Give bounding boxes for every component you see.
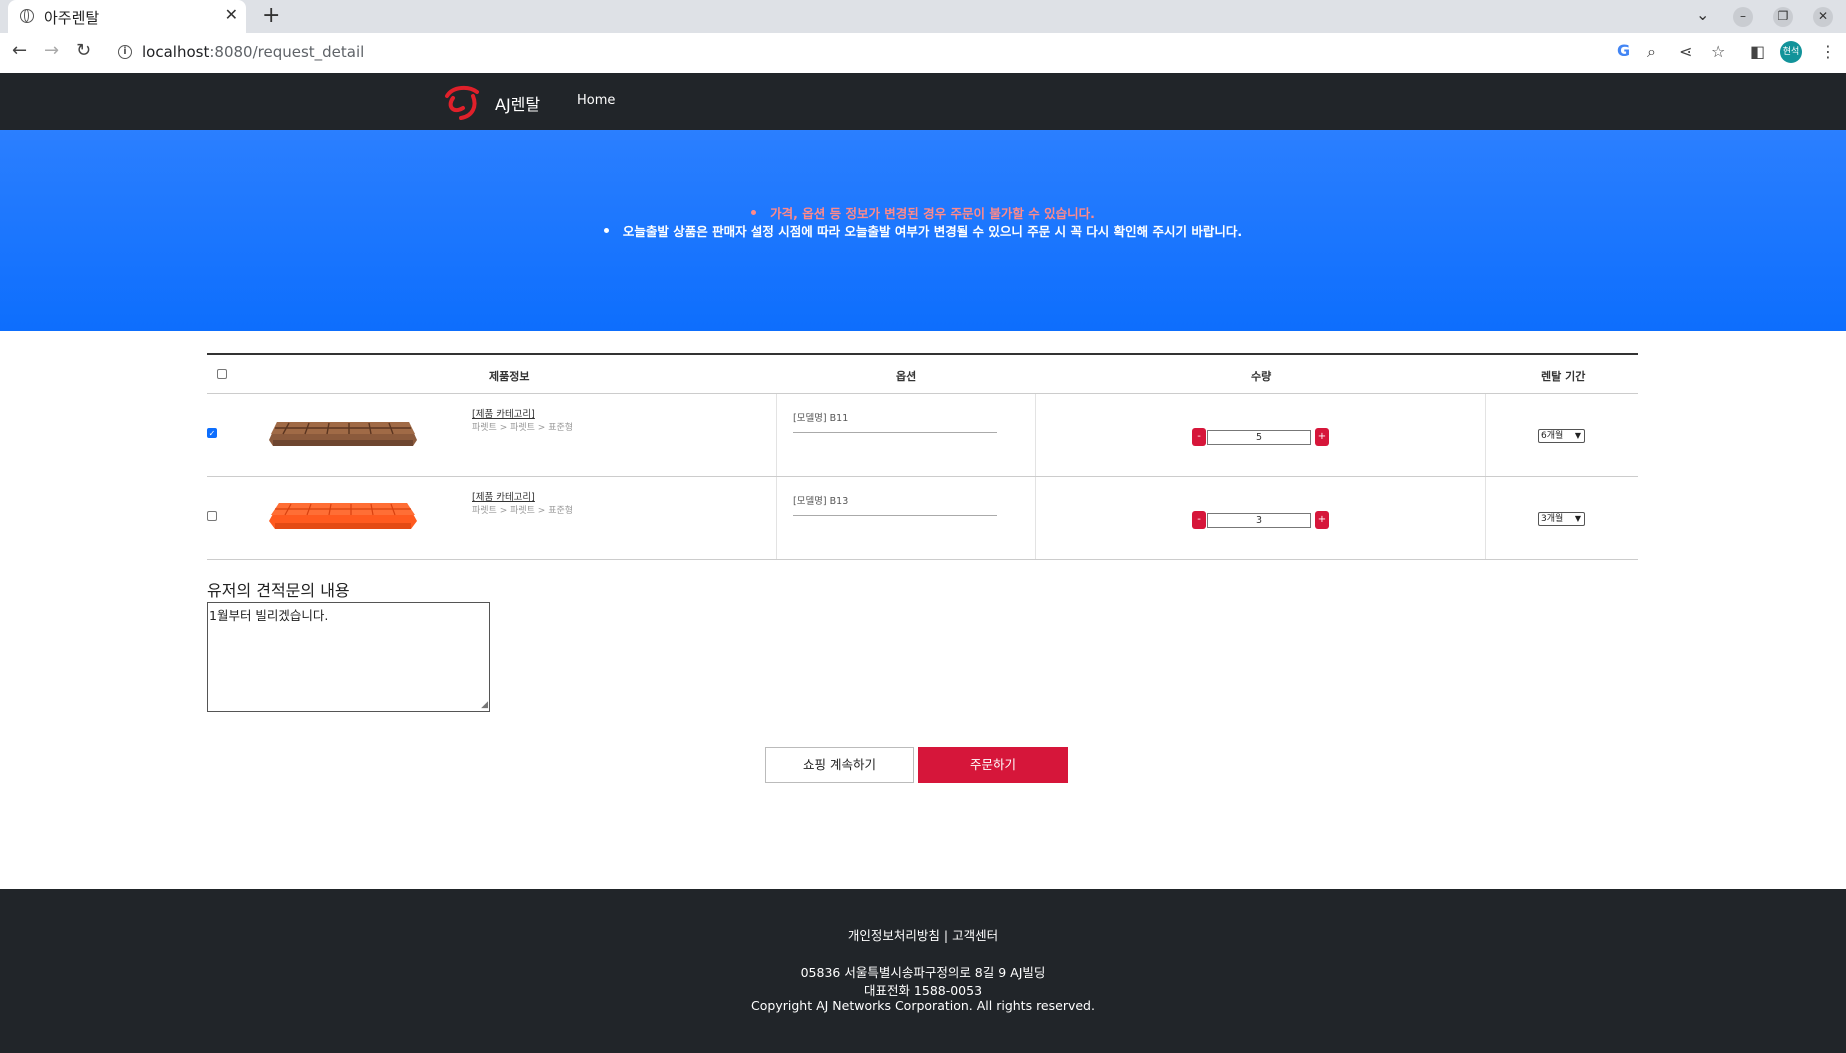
menu-dots-icon[interactable]: ⋮ [1820,42,1836,61]
window-close-icon[interactable]: ✕ [1813,7,1833,27]
header-option: 옵션 [896,370,917,383]
select-all-checkbox[interactable] [217,369,227,379]
rental-period-select[interactable]: 6개월 ▼ [1538,429,1585,443]
notice-banner: 가격, 옵션 등 정보가 변경된 경우 주문이 불가할 수 있습니다. 오늘출발… [0,130,1846,331]
quantity-plus-button[interactable]: + [1315,511,1329,529]
site-info-icon[interactable]: i [118,45,132,59]
back-icon[interactable]: ← [12,40,27,61]
rental-period-select[interactable]: 3개월 ▼ [1538,512,1585,526]
nav-home-link[interactable]: Home [577,93,615,108]
browser-tab-bar: 아주렌탈 ✕ + ⌄ – ❐ ✕ [0,0,1846,33]
reload-icon[interactable]: ↻ [76,40,91,61]
product-category-link[interactable]: [제품 카테고리] [472,406,535,420]
share-icon[interactable]: ⋖ [1679,42,1692,61]
quote-title: 유저의 견적문의 내용 [207,581,350,600]
footer-links[interactable]: 개인정보처리방침 | 고객센터 [0,925,1846,944]
cart-table: 제품정보 옵션 수량 렌탈 기간 ✓ [제품 카테고리] 파렛트 > 파렛트 >… [207,353,1638,560]
quantity-plus-button[interactable]: + [1315,428,1329,446]
minimize-icon[interactable]: – [1733,7,1753,27]
header-period: 렌탈 기간 [1541,370,1586,383]
product-category-link[interactable]: [제품 카테고리] [472,489,535,503]
quantity-input[interactable]: 3 [1207,513,1311,528]
brand-name[interactable]: AJ렌탈 [495,91,540,115]
tab-title: 아주렌탈 [44,9,100,27]
option-model: [모델명] B13 [793,493,997,516]
quantity-minus-button[interactable]: - [1192,511,1206,529]
header-product: 제품정보 [489,370,530,383]
address-bar[interactable]: i localhost:8080/request_detail [108,39,1608,67]
header-quantity: 수량 [1251,370,1272,383]
zoom-icon[interactable]: ⌕ [1647,42,1656,62]
product-image [269,422,417,446]
notice-line: 가격, 옵션 등 정보가 변경된 경우 주문이 불가할 수 있습니다. [0,205,1846,223]
quantity-minus-button[interactable]: - [1192,428,1206,446]
footer-phone: 대표전화 1588-0053 [863,983,983,998]
product-breadcrumb: 파렛트 > 파렛트 > 표준형 [472,423,574,433]
resize-grip-icon[interactable]: ◢ [481,701,488,710]
aj-logo-icon[interactable] [443,82,485,122]
continue-shopping-button[interactable]: 쇼핑 계속하기 [765,747,914,783]
product-image [269,503,417,529]
browser-toolbar: ← → ↻ i localhost:8080/request_detail G … [0,33,1846,74]
option-model: [모델명] B11 [793,410,997,433]
globe-icon [20,9,34,23]
forward-icon[interactable]: → [44,40,59,61]
quantity-input[interactable]: 5 [1207,430,1311,445]
notice-line: 오늘출발 상품은 판매자 설정 시점에 따라 오늘출발 여부가 변경될 수 있으… [0,223,1846,241]
bookmark-star-icon[interactable]: ☆ [1711,42,1725,61]
tab-search-chevron-icon[interactable]: ⌄ [1696,5,1709,24]
order-button[interactable]: 주문하기 [918,747,1068,783]
quote-textarea[interactable]: 1월부터 빌리겠습니다. ◢ [207,602,490,712]
row-checkbox[interactable]: ✓ [207,428,217,438]
chevron-down-icon: ▼ [1574,431,1581,440]
avatar[interactable]: 현석 [1780,41,1802,63]
table-row: ✓ [제품 카테고리] 파렛트 > 파렛트 > 표준형 [모델명] B11 - … [207,394,1638,477]
side-panel-icon[interactable]: ◧ [1750,42,1765,61]
new-tab-icon[interactable]: + [262,3,280,28]
url-text: localhost:8080/request_detail [142,43,365,61]
footer-address: 05836 서울특별시송파구정의로 8길 9 AJ빌딩 [800,965,1046,980]
product-breadcrumb: 파렛트 > 파렛트 > 표준형 [472,506,574,516]
footer: 개인정보처리방침 | 고객센터 05836 서울특별시송파구정의로 8길 9 A… [0,889,1846,1053]
table-header: 제품정보 옵션 수량 렌탈 기간 [207,355,1638,394]
row-checkbox[interactable] [207,511,217,521]
footer-copyright: Copyright AJ Networks Corporation. All r… [751,998,1095,1013]
restore-icon[interactable]: ❐ [1773,7,1793,27]
close-tab-icon[interactable]: ✕ [225,5,238,24]
chevron-down-icon: ▼ [1574,514,1581,523]
google-icon[interactable]: G [1617,41,1630,60]
table-row: [제품 카테고리] 파렛트 > 파렛트 > 표준형 [모델명] B13 - 3 … [207,477,1638,560]
browser-tab[interactable]: 아주렌탈 ✕ [8,0,246,33]
site-navbar: AJ렌탈 Home [0,73,1846,130]
